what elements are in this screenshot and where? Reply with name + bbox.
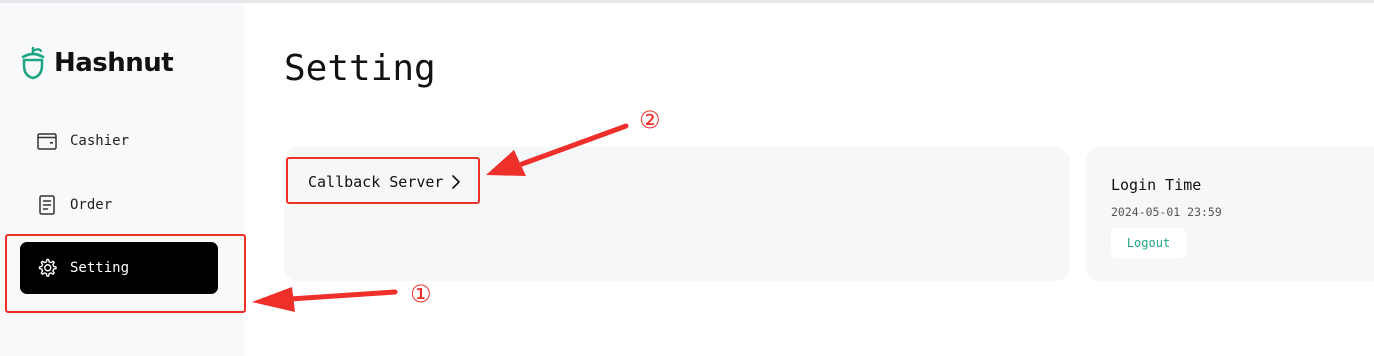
app-window: Hashnut Cashier Order Setting Setting Ca…: [0, 0, 1374, 356]
annotation-arrow-2: [486, 123, 629, 176]
annotation-arrows: [252, 123, 629, 312]
annotation-arrow-1: [252, 287, 398, 312]
